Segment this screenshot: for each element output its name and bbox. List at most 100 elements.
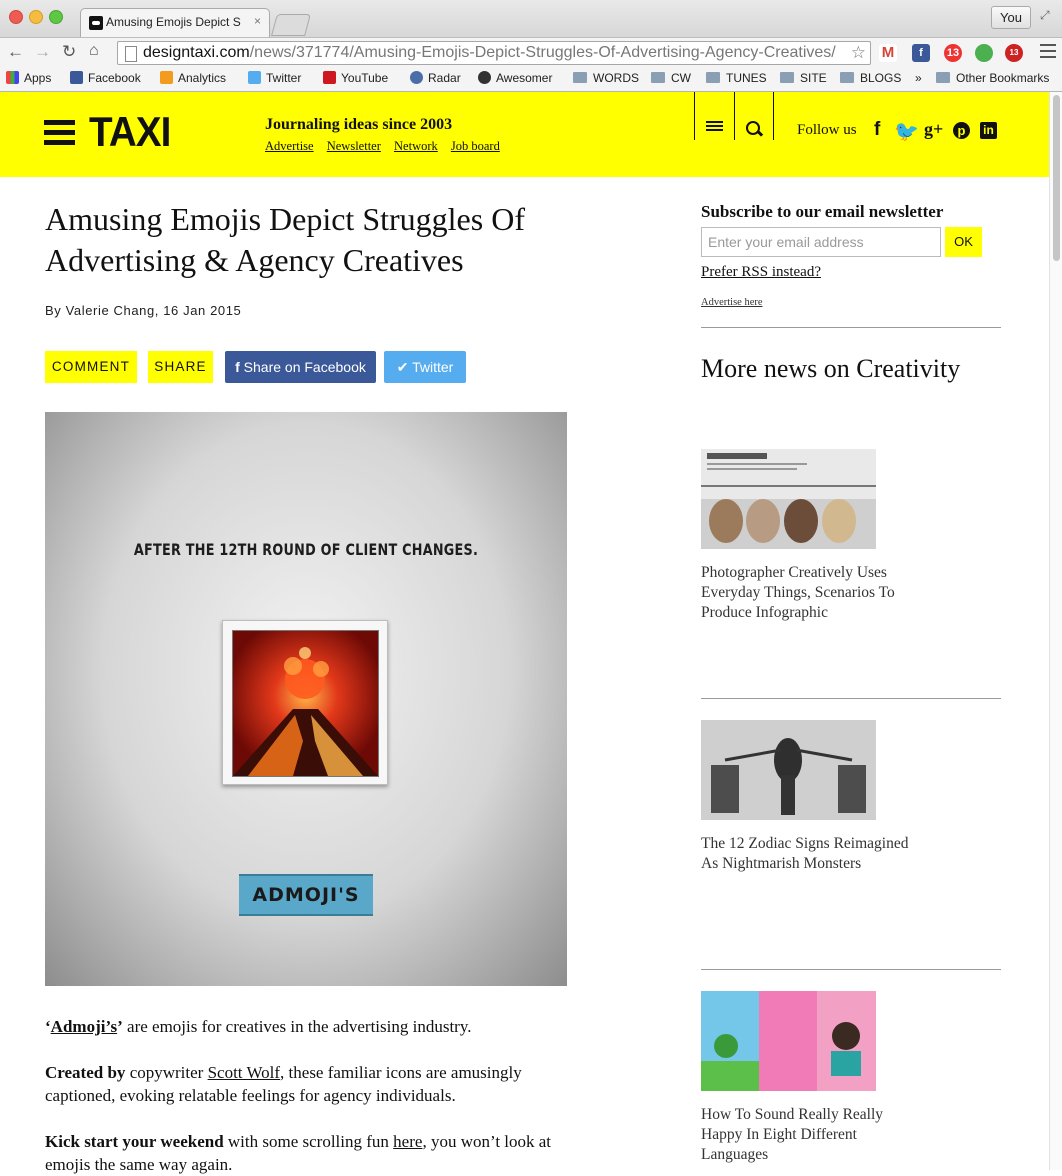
folder-icon [573,72,587,83]
hero-caption: AFTER THE 12TH ROUND OF CLIENT CHANGES. [133,540,479,559]
folder-icon [706,72,720,83]
home-icon[interactable]: ⌂ [89,42,99,60]
bookmark-twitter[interactable]: Twitter [248,71,301,85]
green-extension-icon[interactable] [975,44,993,62]
header-link-job-board[interactable]: Job board [451,139,500,153]
facebook-icon[interactable]: f [874,119,880,141]
zoom-window-button[interactable] [49,10,63,24]
youtube-icon [323,71,336,84]
facebook-icon [70,71,83,84]
apps-grid-icon [6,71,19,84]
scrollbar-thumb[interactable] [1053,95,1060,261]
address-bar[interactable]: designtaxi.com/news/371774/Amusing-Emoji… [117,41,871,65]
awesomer-icon [478,71,491,84]
bookmark-folder-cw[interactable]: CW [651,71,691,85]
linkedin-icon[interactable]: in [980,122,997,139]
share-button[interactable]: SHARE [148,351,213,383]
bookmark-youtube[interactable]: YouTube [323,71,388,85]
admojis-link[interactable]: Admoji’s [51,1017,117,1036]
folder-icon [936,72,950,83]
chrome-menu-icon[interactable] [1040,44,1056,62]
bookmarks-bar: Apps Facebook Analytics Twitter YouTube … [0,67,1062,92]
tab-close-icon[interactable]: × [254,14,261,28]
news-thumbnail-infographic[interactable] [701,449,876,549]
hero-image-admoji: AFTER THE 12TH ROUND OF CLIENT CHANGES. [45,412,567,986]
scott-wolf-link[interactable]: Scott Wolf [208,1063,280,1082]
site-tagline: Journaling ideas since 2003 [265,116,453,133]
comment-button[interactable]: COMMENT [45,351,137,383]
tab-title: Amusing Emojis Depict Str [106,15,241,29]
url-text[interactable]: designtaxi.com/news/371774/Amusing-Emoji… [143,44,836,62]
bookmark-apps[interactable]: Apps [6,71,51,85]
newsletter-title: Subscribe to our email newsletter [701,202,944,221]
bookmark-folder-blogs[interactable]: BLOGS [840,71,901,85]
bookmark-folder-tunes[interactable]: TUNES [706,71,767,85]
article-byline: By Valerie Chang, 16 Jan 2015 [45,303,242,318]
bookmark-facebook[interactable]: Facebook [70,71,141,85]
facebook-extension-icon[interactable]: f [912,44,930,62]
close-window-button[interactable] [9,10,23,24]
news-thumbnail-happy-languages[interactable] [701,991,876,1091]
adblock-icon[interactable]: 13 [1005,44,1023,62]
newsletter-ok-button[interactable]: OK [945,227,982,257]
forward-icon[interactable]: → [34,42,51,62]
header-link-network[interactable]: Network [394,139,438,153]
volcano-icon [232,630,379,777]
bookmark-folder-site[interactable]: SITE [780,71,827,85]
minimize-window-button[interactable] [29,10,43,24]
fullscreen-icon[interactable]: ⤢ [1040,8,1050,23]
divider [701,698,1001,699]
share-on-facebook-button[interactable]: f Share on Facebook [225,351,376,383]
search-icon[interactable] [734,92,774,140]
profile-button[interactable]: You [991,6,1031,29]
page-icon [125,46,137,62]
news-thumbnail-zodiac[interactable] [701,720,876,820]
radar-icon [410,71,423,84]
admojis-ribbon: ADMOJI'S [225,874,387,916]
folder-icon [780,72,794,83]
list-view-icon[interactable] [694,92,733,140]
email-input[interactable] [701,227,941,257]
back-icon[interactable]: ← [7,42,24,62]
facebook-icon: f [235,359,244,375]
reload-icon[interactable]: ↻ [62,42,76,62]
new-tab-button[interactable] [271,14,311,36]
bookmark-folder-words[interactable]: WORDS [573,71,639,85]
folder-icon [840,72,854,83]
news-link-infographic[interactable]: Photographer Creatively Uses Everyday Th… [701,563,911,623]
hamburger-menu-icon[interactable] [44,120,75,150]
google-plus-icon[interactable]: g+ [924,119,943,140]
notification-extension-icon[interactable]: 13 [944,44,962,62]
here-link[interactable]: here [393,1132,422,1151]
news-link-zodiac[interactable]: The 12 Zodiac Signs Reimagined As Nightm… [701,834,911,874]
bookmark-analytics[interactable]: Analytics [160,71,226,85]
news-link-happy-languages[interactable]: How To Sound Really Really Happy In Eigh… [701,1105,911,1165]
article-paragraph-3: Kick start your weekend with some scroll… [45,1132,552,1174]
bookmark-radar[interactable]: Radar [410,71,461,85]
rss-link[interactable]: Prefer RSS instead? [701,264,821,281]
bookmark-awesomer[interactable]: Awesomer [478,71,552,85]
taxi-logo[interactable]: TAXI [89,108,171,156]
bookmarks-overflow-button[interactable]: » [915,71,922,85]
header-link-advertise[interactable]: Advertise [265,139,314,153]
header-links: Advertise Newsletter Network Job board [265,139,510,154]
pinterest-icon[interactable]: p [953,122,970,139]
browser-toolbar: ← → ↻ ⌂ designtaxi.com/news/371774/Amusi… [0,37,1062,68]
browser-tab[interactable]: Amusing Emojis Depict Str × [80,8,270,37]
bookmark-folder-other[interactable]: Other Bookmarks [936,71,1049,85]
bookmark-star-icon[interactable]: ☆ [851,43,866,63]
more-news-title: More news on Creativity [701,354,961,383]
twitter-share-button[interactable]: ✔ Twitter [384,351,466,383]
twitter-icon[interactable]: 🐦 [894,119,919,144]
advertise-here-link[interactable]: Advertise here [701,297,763,308]
article-paragraph-2: Created by copywriter Scott Wolf, these … [45,1063,522,1105]
header-link-newsletter[interactable]: Newsletter [327,139,381,153]
twitter-bird-icon: ✔ [396,359,413,375]
taxi-favicon-icon [89,16,103,30]
gmail-icon[interactable]: M [879,44,897,62]
divider [701,969,1001,970]
page-scrollbar[interactable] [1049,92,1062,1170]
analytics-icon [160,71,173,84]
article-paragraph-1: ‘Admoji’s’ are emojis for creatives in t… [45,1017,472,1036]
follow-us-label: Follow us [797,122,857,138]
